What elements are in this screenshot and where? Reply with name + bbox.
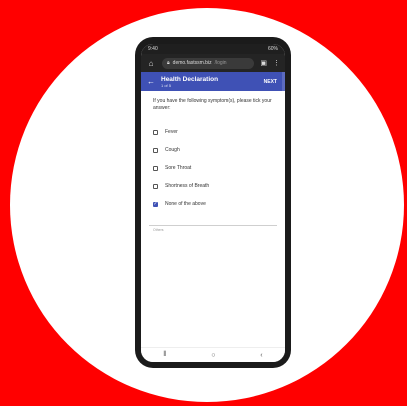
checkbox[interactable] <box>153 129 158 135</box>
nav-back-icon[interactable]: ‹ <box>260 352 262 359</box>
status-time: 9:40 <box>148 46 158 52</box>
url-path: /login <box>214 60 227 66</box>
others-label: Others <box>153 228 164 232</box>
option-label: None of the above <box>165 201 206 207</box>
page-subtitle: 1 of 5 <box>161 82 172 88</box>
option-sore-throat[interactable]: Sore Throat <box>153 159 285 177</box>
scroll-indicator <box>282 72 285 91</box>
checkbox-checked[interactable]: ✓ <box>153 201 158 207</box>
page-title: Health Declaration <box>161 75 219 83</box>
option-shortness-of-breath[interactable]: Shortness of Breath <box>153 177 285 195</box>
option-fever[interactable]: Fever <box>153 123 285 141</box>
checkbox[interactable] <box>153 147 158 153</box>
option-label: Shortness of Breath <box>165 183 210 189</box>
option-label: Cough <box>165 147 180 153</box>
question-text: If you have the following symptom(s), pl… <box>153 98 272 111</box>
phone-screen: 9:40 60% ⌂ 🔒︎ demo.fastssm.biz/login ▣ ⋮… <box>141 44 285 362</box>
option-label: Sore Throat <box>165 165 192 171</box>
recent-apps-icon[interactable]: ⦀ <box>163 351 166 359</box>
app-bar: ← Health Declaration 1 of 5 NEXT <box>141 72 285 91</box>
browser-url-bar: ⌂ 🔒︎ demo.fastssm.biz/login ▣ ⋮ <box>141 54 285 72</box>
home-icon[interactable]: ⌂ <box>146 58 156 68</box>
symptom-options: Fever Cough Sore Throat Shortness of Bre… <box>141 111 285 213</box>
lock-icon: 🔒︎ <box>167 60 170 66</box>
checkbox[interactable] <box>153 165 158 171</box>
address-field[interactable]: 🔒︎ demo.fastssm.biz/login <box>162 57 255 69</box>
checkbox[interactable] <box>153 183 158 189</box>
phone-frame: 9:40 60% ⌂ 🔒︎ demo.fastssm.biz/login ▣ ⋮… <box>135 37 291 368</box>
option-label: Fever <box>165 129 178 135</box>
option-none-of-the-above[interactable]: ✓ None of the above <box>153 195 285 213</box>
status-bar: 9:40 60% <box>141 44 285 54</box>
more-vert-icon[interactable]: ⋮ <box>273 59 280 67</box>
arrow-back-icon[interactable]: ← <box>147 77 155 86</box>
next-button[interactable]: NEXT <box>264 79 277 85</box>
android-nav-bar: ⦀ ○ ‹ <box>141 347 285 362</box>
status-battery: 60% <box>267 46 278 52</box>
nav-home-icon[interactable]: ○ <box>211 352 215 359</box>
url-domain: demo.fastssm.biz <box>172 60 212 66</box>
option-cough[interactable]: Cough <box>153 141 285 159</box>
tabs-icon[interactable]: ▣ <box>260 59 267 67</box>
